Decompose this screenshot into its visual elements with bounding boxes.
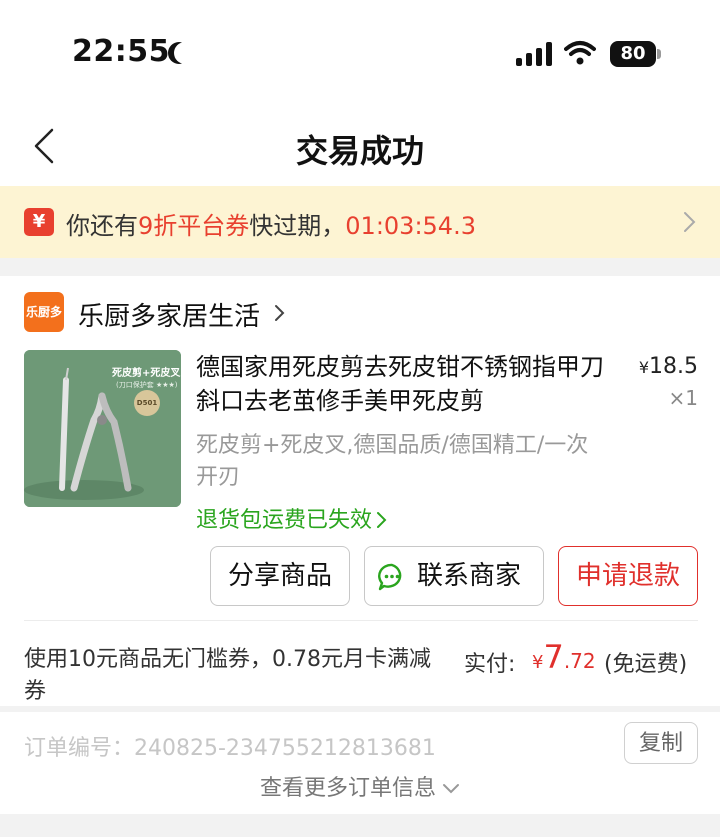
coupons-used-text: 使用10元商品无门槛券，0.78元月卡满减券 xyxy=(24,647,431,704)
chevron-right-icon[interactable] xyxy=(274,304,286,322)
shop-logo[interactable]: 乐厨多 xyxy=(24,292,64,332)
status-time: 22:55 xyxy=(72,34,170,69)
view-more-order-info[interactable]: 查看更多订单信息 xyxy=(0,770,720,802)
contact-seller-button[interactable]: 联系商家 xyxy=(364,546,544,606)
product-quantity: ×1 xyxy=(668,386,698,410)
order-number: 订单编号：240825-234755212813681 xyxy=(24,736,436,761)
request-refund-button[interactable]: 申请退款 xyxy=(558,546,698,606)
product-specs: 死皮剪+死皮叉,德国品质/德国精工/一次开刃 xyxy=(196,433,589,490)
shipping-note: (免运费) xyxy=(604,652,688,677)
image-label: 死皮剪+死皮叉 xyxy=(112,368,181,379)
coupon-banner-text: 你还有9折平台券快过期，01:03:54.3 xyxy=(66,206,476,241)
nav-bar: 交易成功 xyxy=(0,110,720,186)
coupon-countdown: 01:03:54.3 xyxy=(345,212,476,240)
coupon-text-before: 你还有 xyxy=(66,212,138,240)
image-sublabel: (刀口保护套 ★★★) xyxy=(116,381,178,389)
paid-integer: 7 xyxy=(543,638,564,676)
order-item-card: 乐厨多 乐厨多家居生活 死皮剪+死皮叉 (刀口保护套 ★★★) D501 德国家… xyxy=(0,276,720,706)
price-value: 18.5 xyxy=(649,354,698,379)
signal-icon xyxy=(516,42,554,66)
battery-icon: 80 xyxy=(610,41,656,67)
share-product-button[interactable]: 分享商品 xyxy=(210,546,350,606)
paid-amount: ¥7.72 xyxy=(532,638,596,676)
divider xyxy=(24,620,698,621)
chevron-down-icon xyxy=(443,784,459,794)
return-shipping-notice[interactable]: 退货包运费已失效 xyxy=(196,502,388,534)
paid-fraction: .72 xyxy=(563,649,596,673)
copy-order-number-button[interactable]: 复制 xyxy=(624,722,698,764)
product-title[interactable]: 德国家用死皮剪去死皮钳不锈钢指甲刀斜口去老茧修手美甲死皮剪 xyxy=(196,350,610,418)
coupon-expiry-banner[interactable]: ¥ 你还有9折平台券快过期，01:03:54.3 xyxy=(0,186,720,258)
wifi-icon xyxy=(564,41,596,65)
image-badge: D501 xyxy=(134,390,160,416)
order-info-card: 订单编号：240825-234755212813681 复制 查看更多订单信息 xyxy=(0,712,720,814)
coupon-highlight: 9折平台券 xyxy=(138,212,250,240)
product-image[interactable]: 死皮剪+死皮叉 (刀口保护套 ★★★) D501 xyxy=(24,350,181,507)
paid-symbol: ¥ xyxy=(532,652,544,673)
shop-name[interactable]: 乐厨多家居生活 xyxy=(78,296,260,333)
return-notice-text: 退货包运费已失效 xyxy=(196,508,373,533)
chevron-right-icon xyxy=(684,212,696,232)
battery-tip xyxy=(657,49,661,59)
page-title: 交易成功 xyxy=(295,132,424,170)
coupon-icon: ¥ xyxy=(24,208,54,236)
moon-icon xyxy=(174,42,196,64)
chat-bubble-icon xyxy=(378,563,402,591)
chevron-right-icon xyxy=(377,512,387,528)
price-symbol: ¥ xyxy=(638,358,650,377)
status-bar: 22:55 80 xyxy=(0,0,720,110)
coupon-text-after: 快过期， xyxy=(249,212,346,240)
product-price: ¥18.5 xyxy=(630,354,698,379)
more-info-label: 查看更多订单信息 xyxy=(259,776,436,801)
paid-label: 实付: xyxy=(464,652,516,677)
contact-seller-label: 联系商家 xyxy=(416,561,521,591)
